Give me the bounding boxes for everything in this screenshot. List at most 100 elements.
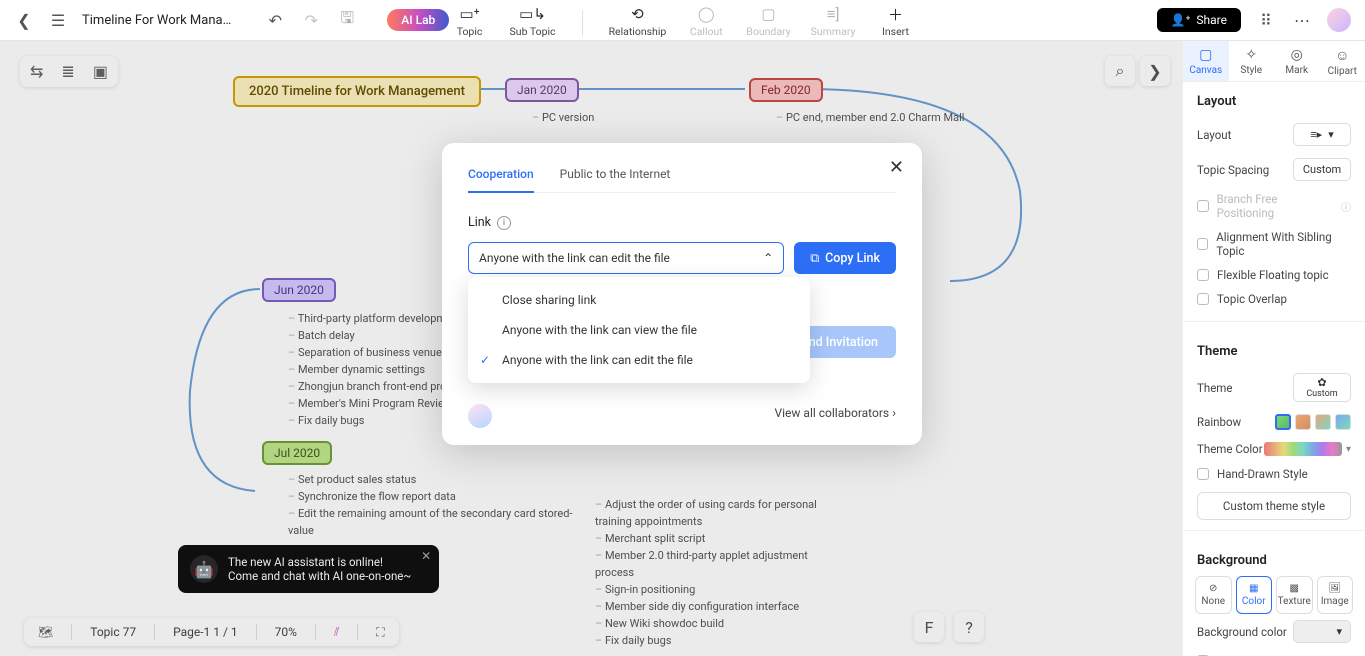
panel-tab-clipart[interactable]: ☺ Clipart	[1320, 41, 1365, 81]
timeline-subitems-aug: Adjust the order of using cards for pers…	[595, 496, 845, 649]
help-button[interactable]: ?	[954, 612, 984, 642]
toast-line2: Come and chat with AI one-on-one~	[228, 569, 411, 583]
timeline-node-jun[interactable]: Jun 2020	[262, 278, 336, 302]
option-can-view[interactable]: Anyone with the link can view the file	[468, 315, 810, 345]
panel-tabs: ▢ Canvas ✧ Style ◎ Mark ☺ Clipart	[1183, 41, 1365, 82]
option-can-edit[interactable]: ✓ Anyone with the link can edit the file	[468, 345, 810, 375]
ai-stripes-icon[interactable]: ⫽	[334, 625, 339, 640]
theme-color-label: Theme Color	[1197, 442, 1263, 456]
timeline-subitems-feb: PC end, member end 2.0 Charm Mall	[776, 109, 964, 126]
spacing-label: Topic Spacing	[1197, 163, 1269, 177]
check-topic-overlap[interactable]: Topic Overlap	[1183, 287, 1365, 311]
zoom-level[interactable]: 70%	[275, 625, 297, 639]
back-icon[interactable]: ❮	[14, 10, 34, 30]
subtopic-icon: ▭↳	[519, 6, 546, 22]
canvas-tab-icon: ▢	[1199, 47, 1212, 63]
expand-panel-button[interactable]: ❯	[1140, 56, 1170, 86]
view-all-collaborators-link[interactable]: View all collaborators ›	[468, 406, 896, 421]
timeline-node-jul[interactable]: Jul 2020	[262, 441, 332, 465]
mindmap-view-icon[interactable]: ⇆	[30, 62, 43, 81]
apps-grid-icon[interactable]: ⠿	[1255, 9, 1277, 31]
bg-tab-texture[interactable]: ▩Texture	[1276, 576, 1313, 614]
copy-link-button[interactable]: ⧉ Copy Link	[794, 242, 896, 274]
fullscreen-icon[interactable]: ⛶	[376, 625, 384, 640]
map-icon[interactable]: 🗺	[38, 625, 53, 639]
slideshow-view-icon[interactable]: ▣	[93, 62, 108, 81]
panel-tab-canvas[interactable]: ▢ Canvas	[1183, 41, 1229, 81]
topbar-right: 👤⁺ Share ⠿ ⋯	[1157, 8, 1365, 32]
theme-selector[interactable]: ✿Custom	[1293, 373, 1351, 402]
callout-icon: ◯	[698, 6, 715, 22]
timeline-node-jan[interactable]: Jan 2020	[505, 78, 579, 102]
bg-tab-image[interactable]: 🖼Image	[1317, 576, 1354, 614]
rainbow-swatch-4[interactable]	[1335, 414, 1351, 430]
tool-insert[interactable]: ＋ Insert	[875, 6, 915, 38]
share-button[interactable]: 👤⁺ Share	[1157, 8, 1241, 32]
section-layout-title: Layout	[1183, 82, 1365, 117]
menu-icon[interactable]: ☰	[48, 10, 68, 30]
more-icon[interactable]: ⋯	[1291, 9, 1313, 31]
texture-icon: ▩	[1290, 583, 1299, 594]
share-icon: 👤⁺	[1171, 13, 1191, 27]
redo-icon[interactable]: ↷	[301, 10, 321, 30]
divider	[582, 10, 583, 36]
tab-public-internet[interactable]: Public to the Internet	[560, 167, 671, 192]
check-icon: ✓	[480, 353, 490, 367]
info-icon: ⓘ	[1341, 199, 1351, 214]
search-icon: ⌕	[1116, 61, 1125, 81]
save-icon[interactable]: 🖫	[337, 10, 357, 30]
check-flex-float[interactable]: Flexible Floating topic	[1183, 263, 1365, 287]
toast-close-icon[interactable]: ✕	[421, 549, 431, 563]
tool-subtopic[interactable]: ▭↳ Sub Topic	[510, 6, 556, 38]
check-hand-drawn[interactable]: Hand-Drawn Style	[1183, 462, 1365, 486]
panel-tab-mark[interactable]: ◎ Mark	[1274, 41, 1320, 81]
chevron-down-icon[interactable]: ▾	[1346, 444, 1351, 455]
link-permission-select[interactable]: Anyone with the link can edit the file ⌃	[468, 242, 784, 274]
theme-label: Theme	[1197, 381, 1232, 395]
option-close-sharing[interactable]: Close sharing link	[468, 285, 810, 315]
custom-theme-button[interactable]: Custom theme style	[1197, 492, 1351, 520]
history-controls: ↶ ↷ 🖫	[265, 10, 357, 30]
layout-label: Layout	[1197, 128, 1231, 142]
rainbow-swatch-2[interactable]	[1295, 414, 1311, 430]
undo-icon[interactable]: ↶	[265, 10, 285, 30]
bg-color-picker[interactable]: ▾	[1293, 620, 1351, 643]
help-icon: ?	[965, 618, 973, 637]
rainbow-swatch-1[interactable]	[1275, 414, 1291, 430]
timeline-root-node[interactable]: 2020 Timeline for Work Management	[233, 76, 481, 107]
outline-view-icon[interactable]: ≣	[61, 62, 74, 81]
theme-color-bar[interactable]	[1264, 442, 1342, 456]
chevron-right-icon: ❯	[1148, 62, 1161, 81]
chevron-down-icon: ▾	[1328, 128, 1334, 141]
tool-topic[interactable]: ▭⁺ Topic	[450, 6, 490, 38]
format-button[interactable]: F	[914, 612, 944, 642]
layout-selector[interactable]: ≡▸▾	[1293, 123, 1351, 146]
page-indicator[interactable]: Page-1 1 / 1	[173, 625, 238, 639]
bg-tab-color[interactable]: ▦Color	[1236, 576, 1273, 614]
tool-relationship[interactable]: ⟲ Relationship	[609, 6, 667, 38]
check-watermark[interactable]: Insert Watermark	[1183, 649, 1365, 656]
ai-lab-button[interactable]: AI Lab	[387, 9, 449, 31]
modal-close-icon[interactable]: ✕	[889, 157, 904, 178]
bot-icon: 🤖	[190, 555, 218, 583]
summary-icon: ≡]	[827, 6, 840, 22]
rainbow-swatch-3[interactable]	[1315, 414, 1331, 430]
topbar-left: ❮ ☰ Timeline For Work Mana… ↶ ↷ 🖫 AI Lab	[0, 9, 449, 31]
copy-icon: ⧉	[810, 251, 819, 266]
search-button[interactable]: ⌕	[1105, 56, 1135, 86]
spacing-selector[interactable]: Custom	[1293, 158, 1351, 181]
bg-tab-none[interactable]: ⊘None	[1195, 576, 1232, 614]
view-mode-switcher: ⇆ ≣ ▣	[20, 56, 118, 87]
tool-boundary: ▢ Boundary	[746, 6, 790, 38]
mark-tab-icon: ◎	[1291, 47, 1303, 63]
panel-tab-style[interactable]: ✧ Style	[1229, 41, 1275, 81]
properties-panel: ▢ Canvas ✧ Style ◎ Mark ☺ Clipart Layout…	[1182, 41, 1365, 656]
tab-cooperation[interactable]: Cooperation	[468, 167, 534, 193]
color-icon: ▦	[1249, 583, 1258, 594]
user-avatar[interactable]	[1327, 8, 1351, 32]
info-icon[interactable]: i	[497, 216, 511, 230]
timeline-node-feb[interactable]: Feb 2020	[749, 78, 823, 102]
check-align-sibling[interactable]: Alignment With Sibling Topic	[1183, 225, 1365, 263]
rainbow-swatches	[1275, 414, 1351, 430]
format-icon: F	[925, 618, 934, 637]
